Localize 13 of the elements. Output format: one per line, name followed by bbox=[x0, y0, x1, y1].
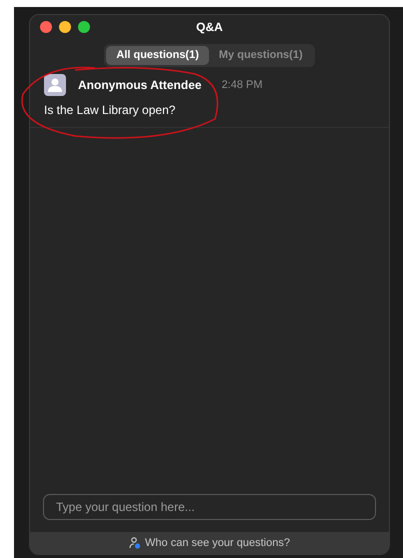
person-icon bbox=[129, 537, 142, 549]
footer-link[interactable]: Who can see your questions? bbox=[145, 534, 290, 552]
minimize-button[interactable] bbox=[59, 21, 71, 33]
avatar-icon bbox=[44, 74, 66, 96]
tab[interactable]: My questions(1) bbox=[208, 46, 313, 65]
question-input[interactable]: Type your question here... bbox=[43, 494, 376, 520]
timestamp: 2:48 PM bbox=[222, 78, 263, 93]
question-text: Is the Law Library open? bbox=[44, 102, 176, 119]
close-button[interactable] bbox=[40, 21, 52, 33]
window-title: Q&A bbox=[196, 19, 223, 36]
tab[interactable]: All questions(1) bbox=[106, 46, 209, 65]
author-name: Anonymous Attendee bbox=[78, 77, 202, 94]
zoom-button[interactable] bbox=[78, 21, 90, 33]
